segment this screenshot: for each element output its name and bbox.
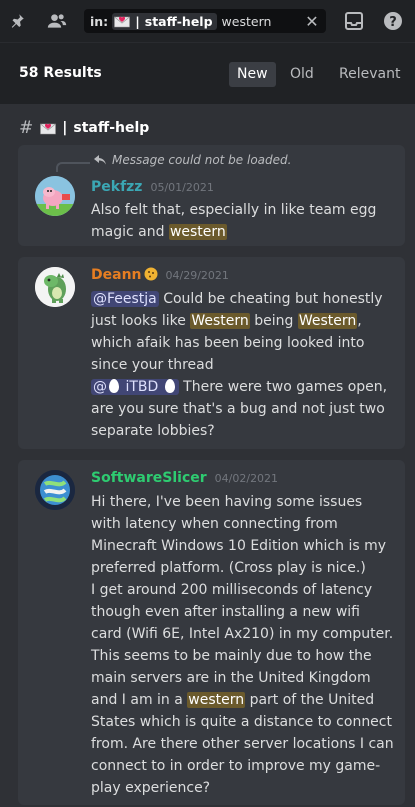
- reply-icon: [94, 155, 106, 165]
- search-channel-name: staff-help: [144, 13, 213, 29]
- reply-preview: Message could not be loaded.: [94, 153, 291, 167]
- search-in-label: in:: [90, 13, 109, 29]
- search-input[interactable]: [221, 13, 304, 29]
- pin-icon[interactable]: [6, 10, 28, 32]
- mention-prefix: @: [93, 379, 107, 395]
- results-count: 58 Results: [19, 65, 102, 81]
- author-name[interactable]: SoftwareSlicer: [91, 470, 207, 486]
- egg-icon: [164, 379, 175, 393]
- members-icon[interactable]: [46, 10, 68, 32]
- search-bar[interactable]: in: | staff-help ✕: [84, 9, 326, 33]
- channel-name: staff-help: [73, 120, 150, 136]
- search-result-message[interactable]: SoftwareSlicer 04/02/2021 Hi there, I've …: [18, 460, 405, 805]
- sort-new-tab[interactable]: New: [229, 62, 276, 87]
- message-content: Hi there, I've been having some issues w…: [91, 491, 395, 799]
- results-header: 58 Results New Old Relevant: [0, 42, 415, 104]
- sort-relevant-tab[interactable]: Relevant: [331, 62, 408, 87]
- reply-note: Message could not be loaded.: [112, 153, 292, 167]
- message-content: @Feestja Could be cheating but honestly …: [91, 288, 391, 442]
- timestamp: 04/29/2021: [165, 269, 229, 282]
- cookie-icon: [144, 267, 157, 281]
- author-name[interactable]: Pekfzz: [91, 179, 142, 195]
- search-result-message[interactable]: Deann 04/29/2021 @Feestja Could be cheati…: [18, 257, 405, 449]
- message-text: Also felt that, especially in like team …: [91, 202, 377, 240]
- sort-old-tab[interactable]: Old: [282, 62, 322, 87]
- timestamp: 04/02/2021: [214, 472, 279, 485]
- author-line: SoftwareSlicer 04/02/2021: [91, 470, 278, 486]
- search-highlight: western: [168, 224, 227, 240]
- envelope-heart-icon: [40, 123, 56, 134]
- search-highlight: western: [187, 692, 246, 708]
- reply-connector: [56, 162, 90, 172]
- author-name[interactable]: Deann: [91, 267, 142, 283]
- message-text: Hi there, I've been having some issues w…: [91, 494, 386, 576]
- search-highlight: Western: [297, 313, 358, 329]
- top-bar: in: | staff-help ✕ ?: [0, 0, 415, 42]
- inbox-icon[interactable]: [343, 10, 365, 32]
- timestamp: 05/01/2021: [150, 181, 214, 194]
- svg-text:?: ?: [389, 15, 397, 30]
- search-channel-chip[interactable]: | staff-help: [112, 12, 217, 30]
- user-mention[interactable]: @ iTBD: [91, 379, 179, 395]
- author-line: Deann 04/29/2021: [91, 267, 229, 283]
- author-line: Pekfzz 05/01/2021: [91, 179, 214, 195]
- user-mention[interactable]: @Feestja: [91, 291, 159, 307]
- message-text: being: [249, 313, 298, 329]
- search-highlight: Western: [190, 313, 250, 329]
- avatar[interactable]: [35, 176, 75, 216]
- channel-heading[interactable]: # | staff-help: [19, 118, 149, 138]
- search-result-message[interactable]: Message could not be loaded. Pekfzz 05/01…: [18, 145, 405, 246]
- help-icon[interactable]: ?: [382, 10, 404, 32]
- egg-icon: [109, 379, 119, 393]
- message-text: I get around 200 milliseconds of latency…: [91, 582, 394, 642]
- hash-icon: #: [19, 118, 34, 138]
- search-results-panel: 58 Results New Old Relevant # | staff-he…: [0, 42, 415, 807]
- avatar[interactable]: [35, 470, 75, 510]
- mention-name: iTBD: [125, 379, 159, 395]
- message-content: Also felt that, especially in like team …: [91, 199, 391, 243]
- clear-search-icon[interactable]: ✕: [304, 12, 320, 31]
- envelope-heart-icon: [114, 16, 130, 27]
- avatar[interactable]: [35, 267, 75, 307]
